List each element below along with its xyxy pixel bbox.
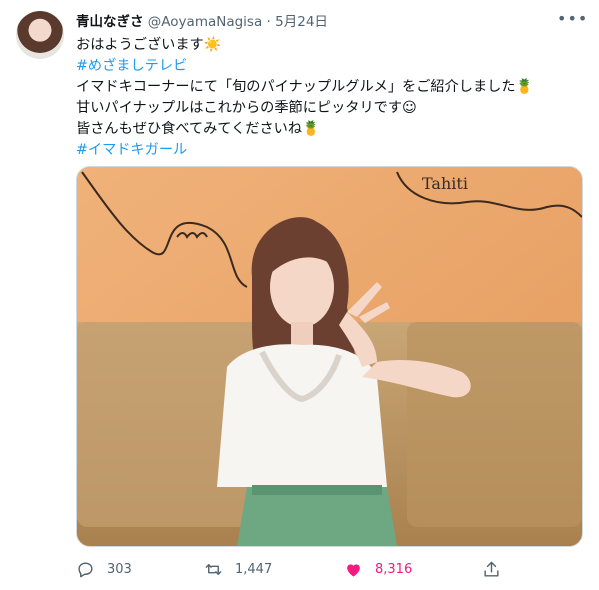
hashtag-link[interactable]: #めざましテレビ — [76, 58, 187, 74]
tweet-line-text: おはようございます — [76, 37, 204, 53]
tweet[interactable]: 青山なぎさ @AoyamaNagisa · 5月24日 ••• おはようございま… — [0, 0, 599, 590]
wall-text: Tahiti — [422, 174, 468, 193]
pineapple-emoji-icon: 🍍 — [302, 121, 320, 137]
reply-count: 303 — [107, 561, 132, 577]
photo-illustration: Tahiti — [77, 167, 582, 546]
tweet-line-4: 甘いパイナップルはこれからの季節にピッタリです☺ — [76, 98, 581, 119]
tweet-line-text: 皆さんもぜひ食べてみてくださいね — [76, 121, 303, 137]
heart-icon — [347, 563, 360, 577]
display-name[interactable]: 青山なぎさ — [76, 14, 144, 30]
hashtag-mezamashi[interactable]: #めざましテレビ — [76, 56, 581, 77]
retweet-count: 1,447 — [235, 561, 273, 577]
like-button[interactable]: 8,316 — [344, 555, 412, 583]
tweet-line-1: おはようございます☀️ — [76, 35, 581, 56]
tweet-date[interactable]: 5月24日 — [275, 14, 328, 30]
like-count: 8,316 — [375, 561, 413, 577]
share-icon — [484, 561, 499, 577]
tweet-photo[interactable]: Tahiti — [76, 166, 583, 547]
avatar[interactable] — [16, 11, 64, 59]
separator: · — [266, 14, 271, 30]
share-button[interactable] — [482, 555, 513, 583]
pineapple-emoji-icon: 🍍 — [515, 79, 534, 95]
tweet-line-text: 甘いパイナップルはこれからの季節にピッタリです — [76, 100, 403, 116]
hashtag-imadoki[interactable]: #イマドキガール — [76, 140, 581, 161]
tweet-text: おはようございます☀️ #めざましテレビ イマドキコーナーにて「旬のパイナップル… — [76, 35, 581, 161]
tweet-actions: 303 1,447 8,316 — [76, 555, 581, 583]
smile-emoji-icon: ☺ — [402, 100, 417, 116]
retweet-button[interactable]: 1,447 — [204, 555, 272, 583]
tweet-header: 青山なぎさ @AoyamaNagisa · 5月24日 — [76, 12, 579, 32]
reply-button[interactable]: 303 — [76, 555, 132, 583]
tweet-line-text: イマドキコーナーにて「旬のパイナップルグルメ」をご紹介しました — [76, 79, 516, 95]
hashtag-link[interactable]: #イマドキガール — [76, 142, 187, 158]
retweet-icon — [205, 563, 222, 575]
sun-emoji-icon: ☀️ — [203, 37, 222, 53]
more-icon[interactable]: ••• — [557, 11, 587, 31]
reply-icon — [78, 561, 93, 577]
user-handle[interactable]: @AoyamaNagisa — [148, 14, 262, 30]
tweet-line-3: イマドキコーナーにて「旬のパイナップルグルメ」をご紹介しました🍍 — [76, 77, 581, 98]
tweet-line-5: 皆さんもぜひ食べてみてくださいね🍍 — [76, 119, 581, 140]
